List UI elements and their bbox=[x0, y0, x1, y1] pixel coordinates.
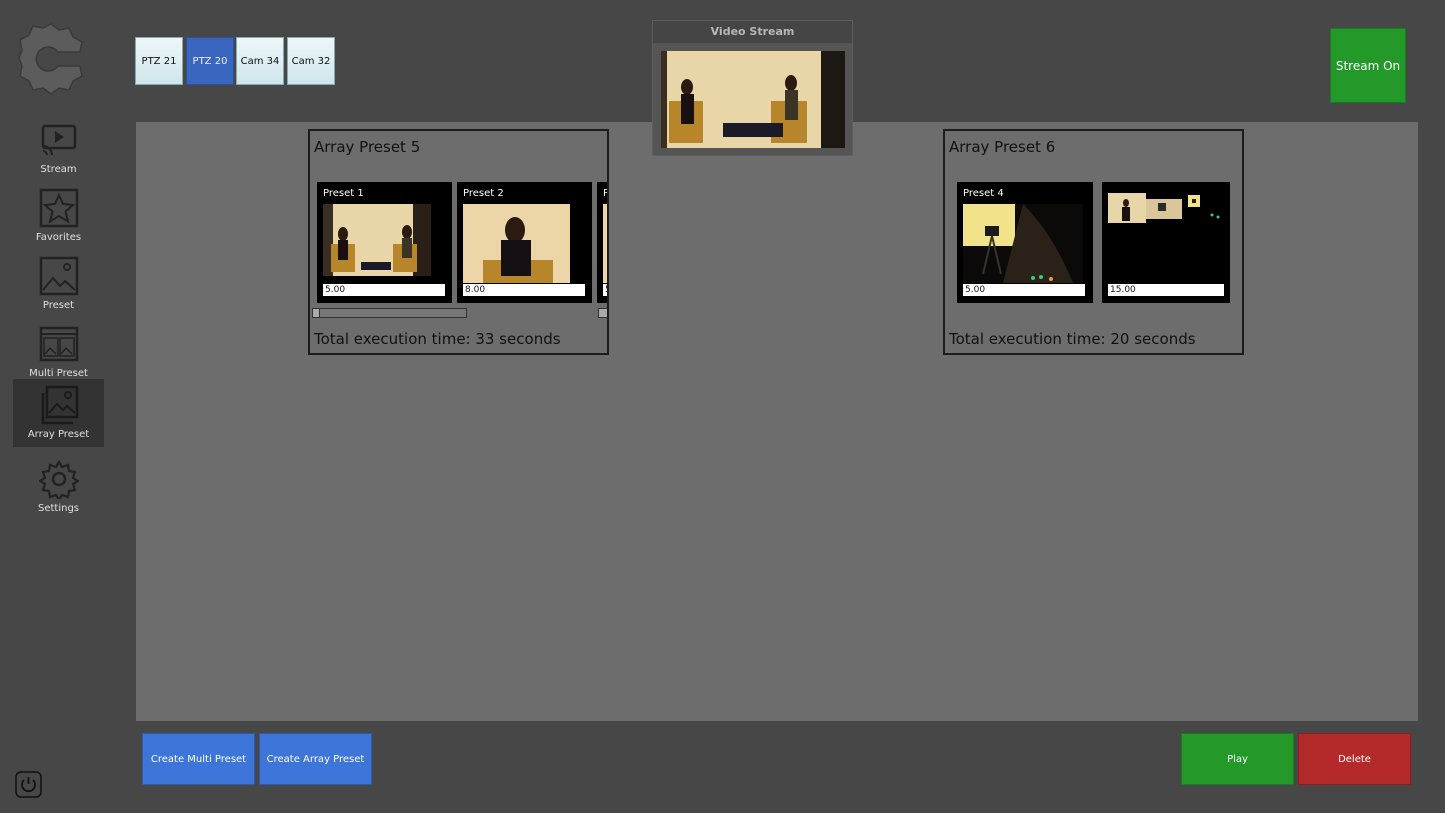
array-title: Array Preset 6 bbox=[949, 138, 1056, 156]
preset-image bbox=[603, 204, 607, 283]
delete-button[interactable]: Delete bbox=[1298, 733, 1411, 785]
sidebar-item-stream[interactable]: Stream bbox=[13, 114, 104, 182]
video-stream-feed bbox=[661, 51, 845, 148]
preset-thumbnail[interactable]: Preset 4 5.00 bbox=[957, 182, 1093, 303]
preset-image bbox=[323, 204, 431, 276]
preset-duration[interactable]: 5 bbox=[603, 284, 607, 296]
scroll-right-button[interactable] bbox=[598, 308, 607, 318]
camera-tab-ptz21[interactable]: PTZ 21 bbox=[135, 37, 183, 85]
array-total-time: Total execution time: 33 seconds bbox=[314, 330, 561, 348]
preset-thumbnail[interactable]: Preset 2 8.00 bbox=[457, 182, 592, 303]
preset-duration[interactable]: 8.00 bbox=[463, 284, 585, 296]
sidebar-item-array-preset[interactable]: Array Preset bbox=[13, 379, 104, 447]
sidebar-item-label: Multi Preset bbox=[29, 368, 88, 379]
sidebar-item-label: Stream bbox=[40, 164, 77, 175]
preset-thumbnail[interactable]: 15.00 bbox=[1102, 182, 1230, 303]
sidebar-item-label: Preset bbox=[42, 300, 75, 311]
play-button[interactable]: Play bbox=[1181, 733, 1294, 785]
preset-thumbnail[interactable]: P 5 bbox=[597, 182, 609, 303]
camera-tab-cam32[interactable]: Cam 32 bbox=[287, 37, 335, 85]
sidebar-item-settings[interactable]: Settings bbox=[13, 453, 104, 521]
app-logo bbox=[18, 23, 83, 95]
create-array-preset-button[interactable]: Create Array Preset bbox=[259, 733, 372, 785]
array-total-time: Total execution time: 20 seconds bbox=[949, 330, 1196, 348]
preset-title: Preset 4 bbox=[963, 188, 1004, 199]
stream-toggle-button[interactable]: Stream On bbox=[1330, 28, 1406, 103]
preset-image bbox=[463, 204, 570, 283]
video-stream-title: Video Stream bbox=[653, 21, 852, 43]
preset-title: P bbox=[603, 188, 609, 199]
sidebar-item-label: Settings bbox=[37, 503, 79, 514]
preset-duration[interactable]: 5.00 bbox=[963, 284, 1085, 296]
array-preset-card[interactable]: Array Preset 6 Preset 4 5.00 15.00 Total… bbox=[943, 129, 1244, 355]
stream-icon bbox=[41, 124, 76, 156]
preset-duration[interactable]: 15.00 bbox=[1108, 284, 1224, 296]
array-preset-card[interactable]: Array Preset 5 Preset 1 5.00 Preset 2 8.… bbox=[308, 129, 609, 355]
preset-title: Preset 1 bbox=[323, 188, 364, 199]
sidebar-item-label: Favorites bbox=[35, 232, 82, 243]
preset-title: Preset 2 bbox=[463, 188, 504, 199]
preset-image bbox=[1108, 193, 1224, 223]
gear-icon bbox=[38, 459, 79, 499]
video-stream-window[interactable]: Video Stream bbox=[652, 20, 853, 156]
sidebar-item-favorites[interactable]: Favorites bbox=[13, 182, 104, 250]
preset-image bbox=[963, 204, 1083, 283]
array-title: Array Preset 5 bbox=[314, 138, 421, 156]
sidebar-item-multi-preset[interactable]: Multi Preset bbox=[13, 318, 104, 386]
power-icon[interactable] bbox=[15, 771, 42, 798]
horizontal-scrollbar[interactable] bbox=[319, 308, 467, 318]
image-icon bbox=[39, 256, 78, 296]
sidebar-item-preset[interactable]: Preset bbox=[13, 250, 104, 318]
array-image-icon bbox=[41, 385, 78, 425]
star-icon bbox=[39, 188, 78, 228]
preset-duration[interactable]: 5.00 bbox=[323, 284, 445, 296]
preset-thumbnail[interactable]: Preset 1 5.00 bbox=[317, 182, 452, 303]
camera-tab-ptz20[interactable]: PTZ 20 bbox=[186, 37, 234, 85]
sidebar-item-label: Array Preset bbox=[27, 429, 90, 440]
create-multi-preset-button[interactable]: Create Multi Preset bbox=[142, 733, 255, 785]
multi-image-icon bbox=[39, 326, 78, 362]
camera-tab-cam34[interactable]: Cam 34 bbox=[236, 37, 284, 85]
